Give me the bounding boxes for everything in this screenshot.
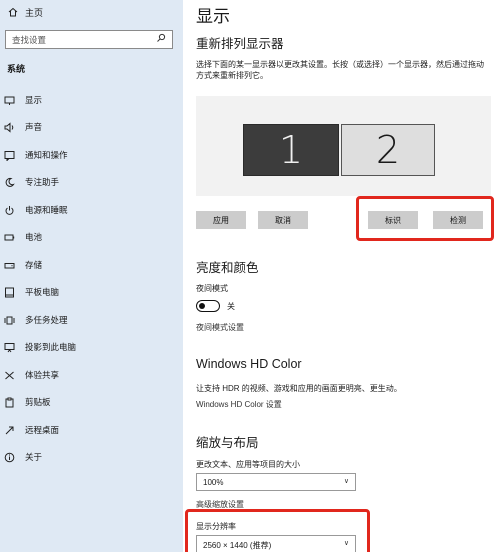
- power-icon: [4, 205, 15, 216]
- sidebar-item-label: 多任务处理: [25, 315, 68, 325]
- monitor-2[interactable]: 2: [341, 124, 435, 176]
- rearrange-heading: 重新排列显示器: [196, 37, 284, 51]
- scale-dropdown[interactable]: 100% ∨: [196, 473, 356, 491]
- rearrange-description: 选择下面的某一显示器以更改其设置。长按（或选择）一个显示器，然后通过拖动方式来重…: [196, 60, 484, 80]
- speaker-icon: [4, 121, 15, 133]
- remote-icon: [4, 425, 15, 436]
- apply-button[interactable]: 应用: [196, 211, 246, 229]
- night-light-toggle[interactable]: [196, 300, 220, 312]
- sidebar-item-shared-experiences[interactable]: 体验共享: [4, 366, 180, 384]
- night-light-settings-link[interactable]: 夜间模式设置: [196, 322, 244, 333]
- sidebar-item-label: 体验共享: [25, 370, 60, 380]
- section-title-system: 系统: [7, 64, 26, 74]
- scale-value: 100%: [203, 478, 224, 487]
- project-icon: [4, 342, 15, 353]
- night-light-label: 夜间模式: [196, 284, 228, 293]
- cancel-button[interactable]: 取消: [258, 211, 308, 229]
- scale-heading: 缩放与布局: [196, 436, 259, 450]
- page-title: 显示: [196, 7, 230, 26]
- monitor-arrangement-area[interactable]: 1 2: [196, 96, 491, 196]
- hdr-heading: Windows HD Color: [196, 357, 302, 371]
- brightness-heading: 亮度和颜色: [196, 261, 259, 275]
- moon-icon: [4, 177, 15, 188]
- sidebar-item-label: 通知和操作: [25, 150, 68, 160]
- hdr-description: 让支持 HDR 的视频、游戏和应用的画面更明亮、更生动。: [196, 384, 402, 393]
- sidebar-item-clipboard[interactable]: 剪贴板: [4, 393, 180, 411]
- sidebar-item-storage[interactable]: 存储: [4, 256, 180, 274]
- sidebar-item-label: 声音: [25, 122, 43, 132]
- tablet-icon: [4, 287, 15, 298]
- home-icon: [8, 7, 18, 19]
- sidebar-item-notifications[interactable]: 通知和操作: [4, 146, 180, 164]
- night-light-state: 关: [227, 302, 235, 311]
- search-icon: [156, 33, 166, 45]
- monitor-icon: [4, 95, 15, 106]
- sidebar-item-focus[interactable]: 专注助手: [4, 173, 180, 191]
- sidebar-item-label: 专注助手: [25, 177, 60, 187]
- sidebar-item-about[interactable]: 关于: [4, 448, 180, 466]
- hdr-settings-link[interactable]: Windows HD Color 设置: [196, 399, 282, 410]
- sidebar-item-battery[interactable]: 电池: [4, 228, 180, 246]
- main-content: 显示 重新排列显示器 选择下面的某一显示器以更改其设置。长按（或选择）一个显示器…: [183, 0, 500, 552]
- highlight-identify-detect: [356, 196, 494, 241]
- sidebar-item-label: 平板电脑: [25, 287, 60, 297]
- home-label: 主页: [25, 8, 44, 18]
- home-link[interactable]: 主页: [8, 6, 43, 19]
- toggle-knob: [199, 302, 205, 309]
- storage-icon: [4, 260, 15, 271]
- sidebar-item-label: 剪贴板: [25, 397, 51, 407]
- scale-label: 更改文本、应用等项目的大小: [196, 460, 300, 469]
- sidebar-item-display[interactable]: 显示: [4, 91, 180, 109]
- monitor-1[interactable]: 1: [243, 124, 339, 176]
- chevron-down-icon: ∨: [343, 478, 349, 485]
- sidebar-item-multitasking[interactable]: 多任务处理: [4, 311, 180, 329]
- share-icon: [4, 370, 15, 381]
- battery-icon: [4, 232, 15, 243]
- sidebar-item-label: 电源和睡眠: [25, 205, 68, 215]
- sidebar-item-power[interactable]: 电源和睡眠: [4, 201, 180, 219]
- highlight-resolution: [185, 509, 370, 552]
- search-placeholder: 查找设置: [12, 35, 47, 45]
- search-input[interactable]: 查找设置: [5, 30, 173, 49]
- sidebar-item-remote-desktop[interactable]: 远程桌面: [4, 421, 180, 439]
- sidebar-item-tablet[interactable]: 平板电脑: [4, 283, 180, 301]
- notification-icon: [4, 150, 15, 161]
- sidebar-item-label: 远程桌面: [25, 425, 60, 435]
- multitask-icon: [4, 315, 15, 326]
- sidebar-item-label: 关于: [25, 452, 43, 462]
- sidebar-item-label: 显示: [25, 95, 43, 105]
- clipboard-icon: [4, 397, 15, 408]
- sidebar-item-projecting[interactable]: 投影到此电脑: [4, 338, 180, 356]
- sidebar-item-label: 投影到此电脑: [25, 342, 77, 352]
- sidebar-item-label: 电池: [25, 232, 43, 242]
- sidebar-item-sound[interactable]: 声音: [4, 118, 180, 136]
- sidebar: 主页 查找设置 系统 显示 声音 通知和操作 专注助手 电源和睡眠 电池 存储 …: [0, 0, 183, 552]
- info-icon: [4, 452, 15, 463]
- sidebar-item-label: 存储: [25, 260, 43, 270]
